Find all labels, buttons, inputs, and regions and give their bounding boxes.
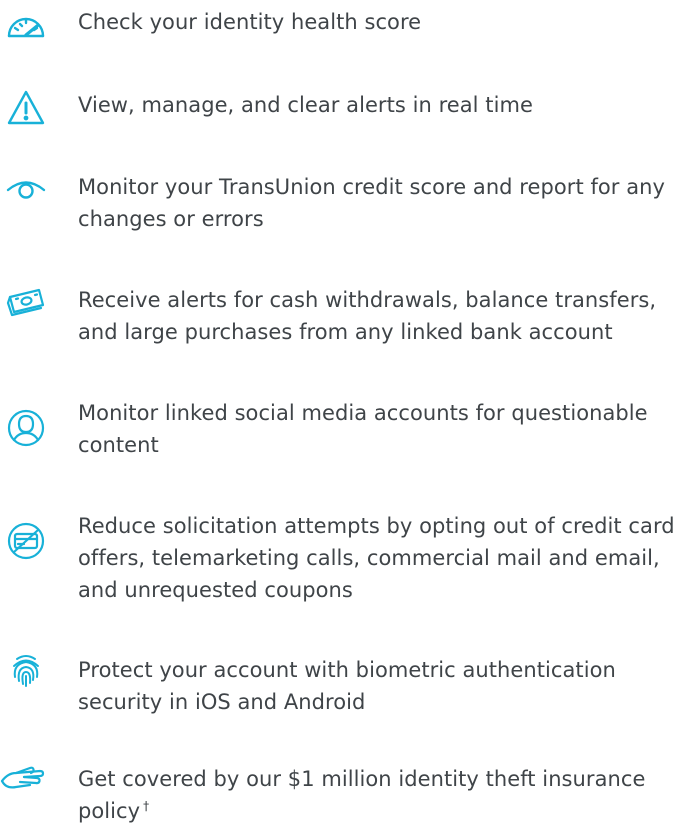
feature-text: Reduce solicitation attempts by opting o…	[78, 514, 675, 602]
warning-icon	[6, 88, 46, 128]
eye-icon	[6, 171, 46, 211]
feature-text: Protect your account with biometric auth…	[78, 658, 616, 714]
hand-icon	[0, 759, 46, 799]
feature-text-body: Get covered by our $1 million identity t…	[78, 767, 646, 823]
feature-text: Receive alerts for cash withdrawals, bal…	[78, 288, 657, 344]
feature-text: View, manage, and clear alerts in real t…	[78, 93, 533, 117]
blocked-credit-card-icon	[6, 521, 46, 561]
user-profile-icon	[6, 408, 46, 448]
feature-list: Check your identity health score View, m…	[0, 0, 693, 823]
footnote-mark: †	[143, 799, 150, 813]
feature-text: Monitor linked social media accounts for…	[78, 401, 648, 457]
cash-icon	[6, 281, 46, 321]
fingerprint-icon	[6, 650, 46, 690]
feature-text: Check your identity health score	[78, 10, 422, 34]
feature-text: Monitor your TransUnion credit score and…	[78, 175, 665, 231]
feature-text: Get covered by our $1 million identity t…	[78, 763, 690, 827]
speedometer-icon	[6, 6, 46, 46]
